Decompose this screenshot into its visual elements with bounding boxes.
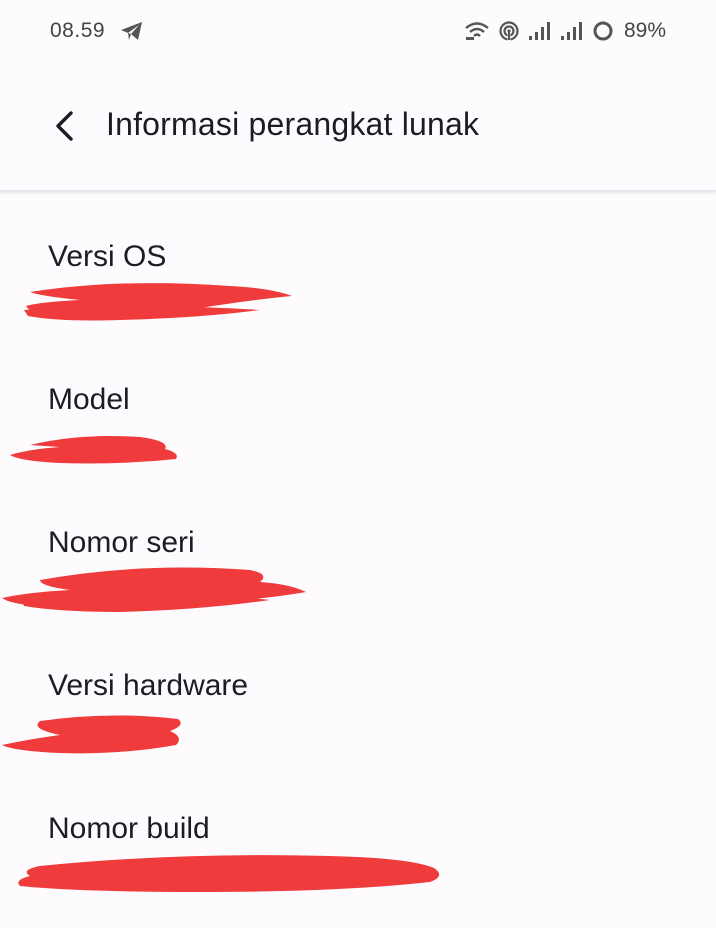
wifi-calling-icon xyxy=(464,20,490,42)
status-bar: 08.59 89% xyxy=(0,0,716,62)
redaction-mark xyxy=(10,436,177,464)
status-icons: 89% xyxy=(464,18,666,44)
redaction-mark xyxy=(18,855,440,892)
battery-saver-icon xyxy=(592,20,614,42)
info-item-hardware-version[interactable]: Versi hardware xyxy=(0,621,716,764)
telegram-icon xyxy=(120,20,144,42)
signal-icon xyxy=(560,20,584,42)
redaction-mark xyxy=(24,283,292,321)
info-label: Versi OS xyxy=(48,240,167,273)
info-label: Versi hardware xyxy=(48,669,249,702)
back-button[interactable] xyxy=(40,102,88,150)
page-title: Informasi perangkat lunak xyxy=(106,106,480,142)
status-time: 08.59 xyxy=(50,19,106,42)
app-bar: Informasi perangkat lunak xyxy=(0,62,716,191)
info-label: Nomor seri xyxy=(48,526,195,559)
battery-percent: 89% xyxy=(623,19,666,42)
info-item-build-number[interactable]: Nomor build xyxy=(0,764,716,907)
info-item-model[interactable]: Model xyxy=(0,335,716,478)
info-item-os-version[interactable]: Versi OS xyxy=(0,192,716,335)
info-list: Versi OS Model Nomor seri Versi hardware… xyxy=(0,192,716,907)
chevron-left-icon xyxy=(56,111,73,141)
info-item-serial-number[interactable]: Nomor seri xyxy=(0,478,716,621)
hotspot-icon xyxy=(498,20,520,42)
redaction-mark xyxy=(2,567,306,612)
redaction-mark xyxy=(2,715,181,754)
signal-icon xyxy=(528,20,552,42)
info-label: Model xyxy=(48,383,130,416)
info-label: Nomor build xyxy=(48,812,210,845)
